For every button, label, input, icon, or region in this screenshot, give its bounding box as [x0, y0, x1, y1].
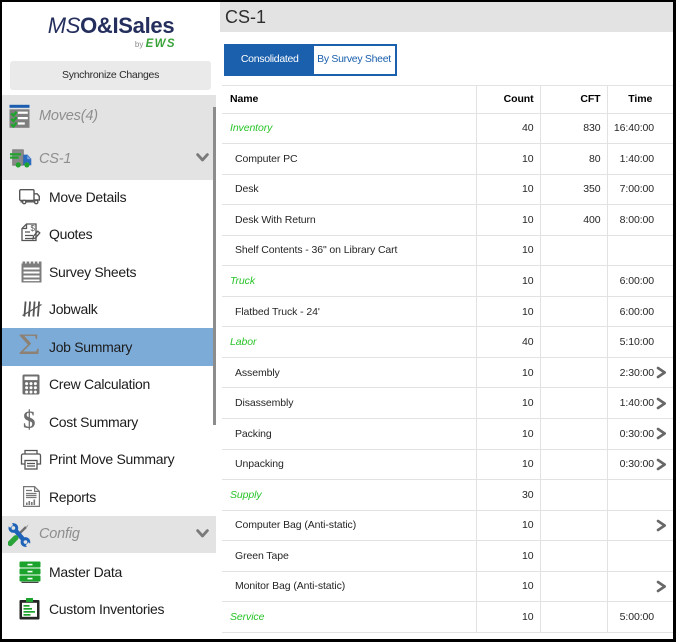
svg-text:$: $ [31, 224, 36, 233]
